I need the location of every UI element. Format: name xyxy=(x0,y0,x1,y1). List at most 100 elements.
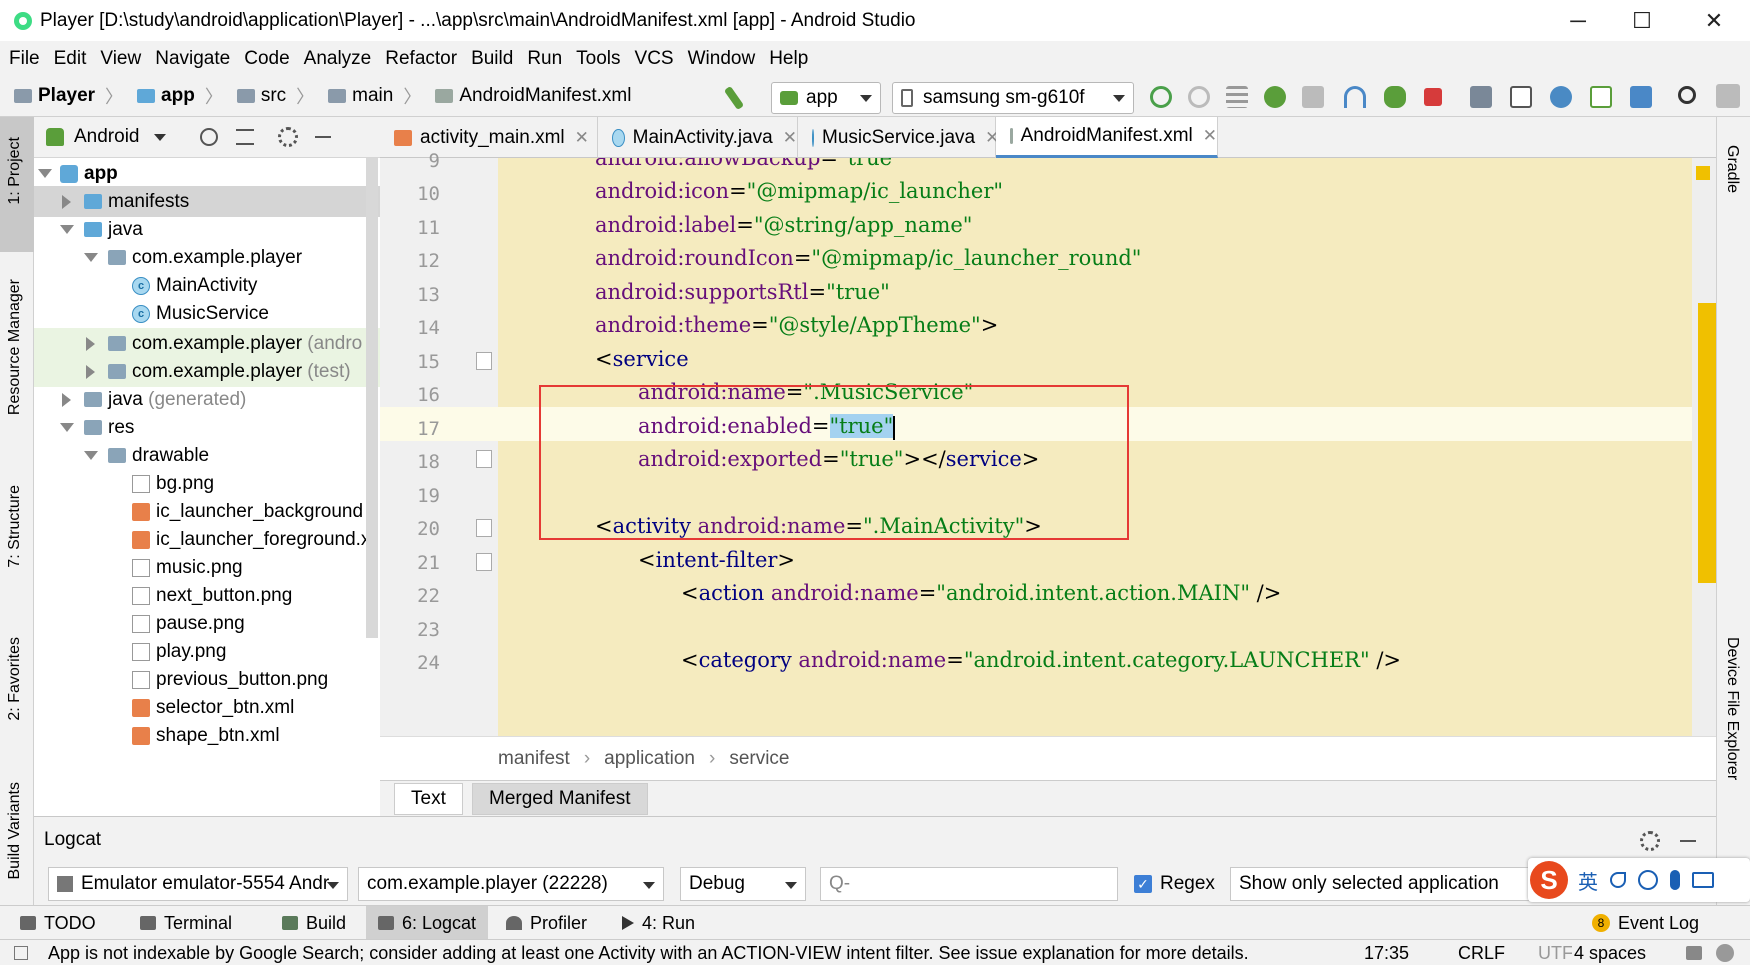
stop-icon[interactable] xyxy=(1424,88,1442,106)
collapse-all-icon[interactable] xyxy=(236,129,254,145)
menu-edit[interactable]: Edit xyxy=(54,48,87,70)
menu-view[interactable]: View xyxy=(100,48,141,70)
gradle-tab[interactable]: Gradle xyxy=(1723,145,1741,193)
device-select[interactable]: samsung sm-g610f xyxy=(892,82,1134,114)
logcat-tab[interactable]: 6: Logcat xyxy=(366,906,489,940)
profiler-tab[interactable]: Profiler xyxy=(506,906,587,940)
tree-item-file[interactable]: music.png xyxy=(34,552,380,583)
expand-arrow-icon[interactable] xyxy=(84,451,98,460)
fold-marker-icon[interactable] xyxy=(476,519,492,537)
favorites-tab[interactable]: 2: Favorites xyxy=(6,637,24,721)
collapse-arrow-icon[interactable] xyxy=(86,364,95,379)
fold-marker-icon[interactable] xyxy=(476,450,492,468)
project-structure-icon[interactable] xyxy=(1470,86,1492,108)
gear-icon[interactable] xyxy=(278,127,298,147)
tree-item-file[interactable]: bg.png xyxy=(34,468,380,499)
menu-run[interactable]: Run xyxy=(527,48,562,70)
logcat-filter-select[interactable]: Show only selected application xyxy=(1230,867,1530,901)
punctuation-icon[interactable] xyxy=(1610,872,1626,888)
logcat-device-select[interactable]: Emulator emulator-5554 Andr xyxy=(48,867,348,901)
tree-item-package[interactable]: com.example.player xyxy=(34,242,380,273)
breadcrumb-main[interactable]: main 〉 xyxy=(328,83,421,109)
attach-debugger-icon[interactable] xyxy=(1384,86,1406,108)
structure-tab[interactable]: 7: Structure xyxy=(6,485,24,568)
close-icon[interactable]: ✕ xyxy=(1203,126,1217,146)
expand-arrow-icon[interactable] xyxy=(84,253,98,262)
tree-scrollbar[interactable] xyxy=(366,158,378,638)
maximize-button[interactable]: ☐ xyxy=(1612,0,1672,41)
tree-item-res[interactable]: res xyxy=(34,412,380,443)
editor-scrollbar[interactable] xyxy=(1692,158,1716,736)
warning-marker-icon[interactable] xyxy=(1696,166,1710,180)
gear-icon[interactable] xyxy=(1640,831,1660,851)
tree-item-manifests[interactable]: manifests xyxy=(34,186,380,217)
microphone-icon[interactable] xyxy=(1670,870,1680,890)
menu-code[interactable]: Code xyxy=(244,48,289,70)
tree-item-java-generated[interactable]: java (generated) xyxy=(34,384,380,415)
minimize-button[interactable]: ─ xyxy=(1548,0,1608,41)
tree-item-file[interactable]: ic_launcher_foreground.x xyxy=(34,524,380,555)
close-icon[interactable]: ✕ xyxy=(575,128,589,148)
lock-icon[interactable] xyxy=(1686,946,1702,960)
scroll-thumb[interactable] xyxy=(1698,303,1716,583)
tree-item-mainactivity[interactable]: c MainActivity xyxy=(34,270,380,301)
tree-item-app[interactable]: app xyxy=(34,158,380,189)
breadcrumb-player[interactable]: Player 〉 xyxy=(14,83,123,109)
tree-item-file[interactable]: play.png xyxy=(34,636,380,667)
logcat-search-input[interactable]: Q- xyxy=(820,867,1118,901)
project-view-select[interactable]: Android xyxy=(74,126,140,148)
expand-arrow-icon[interactable] xyxy=(60,423,74,432)
menu-tools[interactable]: Tools xyxy=(576,48,620,70)
emoji-icon[interactable] xyxy=(1638,870,1658,890)
menu-file[interactable]: File xyxy=(9,48,40,70)
menu-window[interactable]: Window xyxy=(688,48,756,70)
fold-marker-icon[interactable] xyxy=(476,352,492,370)
resource-manager-tab[interactable]: Resource Manager xyxy=(6,279,24,415)
ime-language[interactable]: 英 xyxy=(1578,866,1598,895)
tree-item-file[interactable]: next_button.png xyxy=(34,580,380,611)
breadcrumb-src[interactable]: src 〉 xyxy=(236,83,314,109)
tree-item-java[interactable]: java xyxy=(34,214,380,245)
line-separator[interactable]: CRLF xyxy=(1458,943,1505,964)
sogou-logo-icon[interactable]: S xyxy=(1530,861,1568,899)
sdk-manager-icon[interactable] xyxy=(1550,86,1572,108)
debug-icon[interactable] xyxy=(1264,86,1286,108)
apply-code-changes-icon[interactable] xyxy=(1188,86,1210,108)
code-crumb-service[interactable]: service xyxy=(729,748,789,770)
menu-vcs[interactable]: VCS xyxy=(635,48,674,70)
code-crumb-manifest[interactable]: manifest xyxy=(498,748,570,770)
tree-item-musicservice[interactable]: c MusicService xyxy=(34,298,380,329)
user-account-icon[interactable] xyxy=(1716,84,1740,108)
tree-item-file[interactable]: pause.png xyxy=(34,608,380,639)
hide-panel-icon[interactable] xyxy=(315,136,331,138)
tab-mainactivity[interactable]: MainActivity.java ✕ xyxy=(598,117,798,158)
todo-tab[interactable]: TODO xyxy=(20,906,96,940)
menu-build[interactable]: Build xyxy=(471,48,513,70)
tree-item-package-test[interactable]: com.example.player (test) xyxy=(34,356,380,387)
layout-inspector-icon[interactable] xyxy=(1630,86,1652,108)
avd-manager-icon[interactable] xyxy=(1510,86,1532,108)
toggle-toolwindows-icon[interactable] xyxy=(14,946,28,960)
tab-merged-manifest[interactable]: Merged Manifest xyxy=(472,783,648,815)
tab-androidmanifest[interactable]: AndroidManifest.xml ✕ xyxy=(996,117,1218,158)
collapse-arrow-icon[interactable] xyxy=(62,194,71,209)
menu-analyze[interactable]: Analyze xyxy=(304,48,372,70)
regex-checkbox[interactable]: ✓ xyxy=(1134,875,1152,893)
terminal-tab[interactable]: Terminal xyxy=(140,906,232,940)
breadcrumb-app[interactable]: app 〉 xyxy=(137,83,223,109)
tree-item-drawable[interactable]: drawable xyxy=(34,440,380,471)
project-tool-tab[interactable]: 1: Project xyxy=(6,137,24,205)
expand-arrow-icon[interactable] xyxy=(38,169,52,178)
collapse-arrow-icon[interactable] xyxy=(86,336,95,351)
tree-item-file[interactable]: ic_launcher_background xyxy=(34,496,380,527)
logcat-process-select[interactable]: com.example.player (22228) xyxy=(358,867,664,901)
device-manager-icon[interactable] xyxy=(1590,86,1612,108)
build-tab[interactable]: Build xyxy=(282,906,346,940)
menu-navigate[interactable]: Navigate xyxy=(155,48,230,70)
hide-panel-icon[interactable] xyxy=(1680,840,1696,842)
collapse-arrow-icon[interactable] xyxy=(62,392,71,407)
run-config-select[interactable]: app xyxy=(771,82,881,114)
code-crumb-application[interactable]: application xyxy=(604,748,695,770)
tab-text[interactable]: Text xyxy=(394,783,463,815)
profile-icon[interactable] xyxy=(1302,86,1324,108)
